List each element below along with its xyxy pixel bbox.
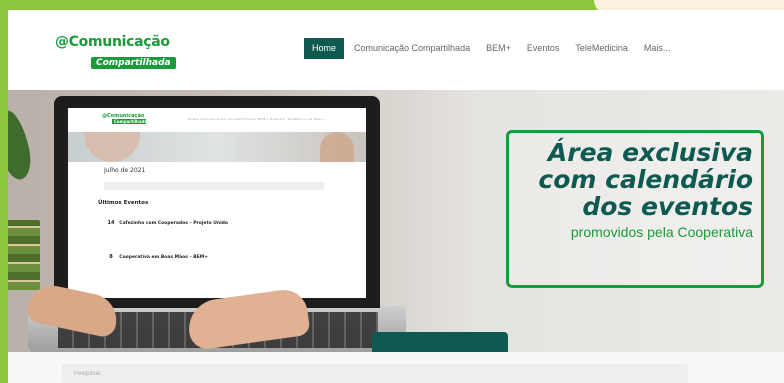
site-header: @Comunicação Compartilhada Home Comunica… (8, 10, 784, 90)
promo-box: Área exclusiva com calendário dos evento… (506, 130, 764, 288)
promo-line: com calendário (538, 165, 753, 194)
nav-item-comunicacao-compartilhada[interactable]: Comunicação Compartilhada (354, 38, 470, 59)
mini-event-item: 14 Cafezinho com Cooperados – Projeto Un… (104, 220, 228, 226)
mini-nav-item: Home (188, 117, 199, 121)
mini-section-title: Últimos Eventos (98, 200, 149, 206)
mini-hero-person-right (320, 132, 354, 162)
mini-event-title: Cafezinho com Cooperados – Projeto Unido (119, 221, 228, 226)
mini-logo-sub: Compartilhada (112, 119, 148, 124)
site-logo[interactable]: @Comunicação Compartilhada (55, 34, 185, 69)
plant-decoration (8, 107, 35, 183)
mini-nav-item: BEM+ (257, 117, 269, 121)
mini-breadcrumb: Julho de 2021 (104, 167, 146, 174)
nav-item-telemedicina[interactable]: TeleMedicina (575, 38, 628, 59)
mini-event-day: 8 (109, 254, 113, 260)
mini-event-day: 14 (107, 220, 115, 226)
logo-main-text: @Comunicação (55, 34, 170, 50)
promo-line: dos eventos (582, 192, 753, 221)
books-decoration (8, 220, 40, 290)
promo-line: Área exclusiva (547, 138, 753, 167)
hero-banner[interactable]: @Comunicação Compartilhada Home Comunica… (8, 90, 784, 352)
mini-header: @Comunicação Compartilhada Home Comunica… (68, 108, 366, 132)
nav-item-eventos[interactable]: Eventos (527, 38, 560, 59)
main-nav: Home Comunicação Compartilhada BEM+ Even… (304, 38, 686, 59)
mini-nav-item: Comunicação Compartilhada (200, 117, 257, 121)
page: @Comunicação Compartilhada Home Comunica… (8, 10, 784, 383)
mini-nav-item: TeleMedicina (287, 117, 313, 121)
mini-nav-item: Eventos (270, 117, 286, 121)
logo-sub-text: Compartilhada (91, 57, 176, 69)
nav-item-bem-plus[interactable]: BEM+ (486, 38, 511, 59)
nav-item-mais[interactable]: Mais... (644, 38, 671, 59)
promo-subtitle: promovidos pela Cooperativa (570, 224, 753, 240)
mini-nav-item: Mais... (313, 117, 328, 121)
mini-logo: @Comunicação Compartilhada (102, 113, 148, 124)
laptop-screen: @Comunicação Compartilhada Home Comunica… (54, 96, 380, 308)
nav-item-home[interactable]: Home (304, 38, 345, 59)
laptop-screen-content: @Comunicação Compartilhada Home Comunica… (68, 108, 366, 298)
search-row (8, 352, 784, 383)
mini-event-title: Cooperativa em Boas Mãos – BEM+ (119, 255, 209, 260)
search-input[interactable] (62, 364, 688, 383)
mini-hero-image (68, 132, 366, 162)
mini-search-bar (104, 182, 324, 190)
mini-event-item: 8 Cooperativa em Boas Mãos – BEM+ (104, 254, 208, 260)
mini-hero-person-left (84, 132, 140, 162)
hero-cta-button[interactable] (372, 332, 508, 352)
mini-nav: Home Comunicação Compartilhada BEM+ Even… (188, 117, 327, 121)
